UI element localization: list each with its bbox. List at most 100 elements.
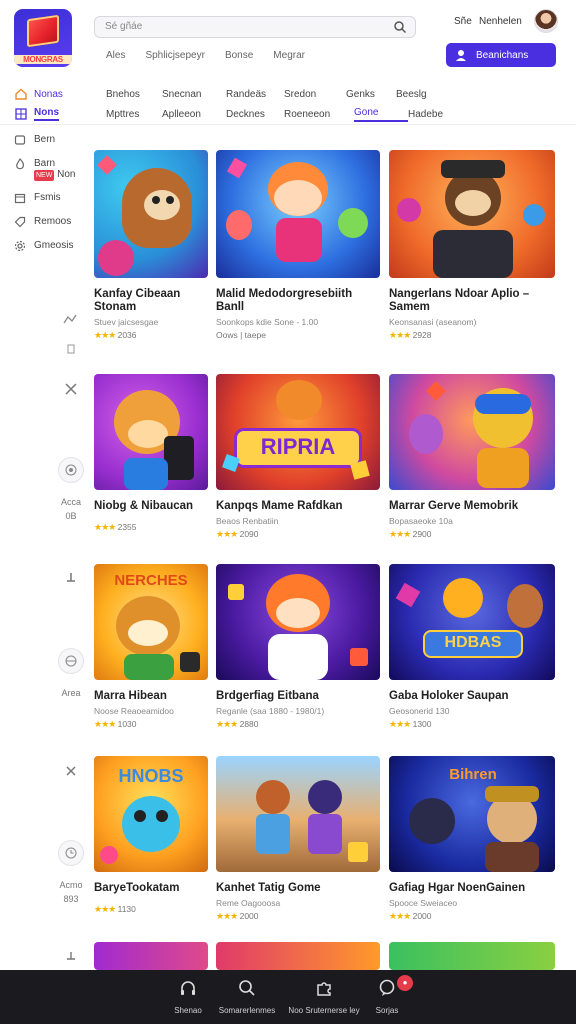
game-card[interactable]: RIPRIA Kanpqs Mame Rafdkan Beaos Renbati… bbox=[216, 374, 380, 540]
game-card[interactable]: Marrar Gerve Memobrik Bopasaeoke 10a ★★★… bbox=[389, 374, 555, 540]
game-thumbnail[interactable] bbox=[216, 564, 380, 680]
nav-item-grid[interactable]: Nons bbox=[15, 104, 63, 124]
close-icon[interactable] bbox=[58, 758, 84, 784]
target-icon[interactable] bbox=[58, 457, 84, 483]
game-card[interactable]: NERCHES Marra Hibean Noose Reaoeamidoo ★… bbox=[94, 564, 208, 730]
sidebar-item[interactable]: Barn NEW Non bbox=[14, 158, 75, 192]
game-thumbnail[interactable] bbox=[389, 942, 555, 970]
category-tabs: Bnehos Snecnan Randeäs Sredon Genks Bees… bbox=[106, 84, 458, 124]
search-input[interactable]: Sé gñáe bbox=[94, 16, 416, 38]
top-link[interactable]: Bonse bbox=[225, 50, 253, 61]
search-icon[interactable] bbox=[393, 20, 407, 34]
clock-icon[interactable] bbox=[58, 840, 84, 866]
pin-icon[interactable] bbox=[58, 944, 84, 970]
game-thumbnail[interactable] bbox=[94, 374, 208, 490]
game-rating: ★★★ 2880 bbox=[216, 719, 259, 729]
game-title[interactable]: Kanpqs Mame Rafdkan bbox=[216, 500, 380, 513]
game-thumbnail[interactable]: NERCHES bbox=[94, 564, 208, 680]
game-thumbnail[interactable]: RIPRIA bbox=[216, 374, 380, 490]
category-tab[interactable]: Snecnan bbox=[162, 89, 226, 100]
pin-icon[interactable] bbox=[58, 566, 84, 592]
tab-label: Shenao bbox=[174, 1006, 202, 1015]
game-rating: ★★★ 2036 bbox=[94, 330, 137, 340]
game-title[interactable]: Nangerlans Ndoar Aplio – Samem bbox=[389, 288, 555, 314]
category-tab[interactable]: Roeneeon bbox=[284, 109, 354, 120]
globe-icon[interactable] bbox=[58, 648, 84, 674]
category-tab[interactable]: Bnehos bbox=[106, 89, 162, 100]
tab-search[interactable]: Somarerlenmes bbox=[214, 978, 280, 1015]
category-tab[interactable]: Sredon bbox=[284, 89, 346, 100]
game-thumbnail[interactable] bbox=[389, 150, 555, 278]
gutter-label: Acmo bbox=[59, 880, 83, 890]
game-card[interactable]: Kanhet Tatig Gome Reme Oagooosa ★★★ 2000 bbox=[216, 756, 380, 922]
avatar[interactable] bbox=[534, 9, 558, 33]
game-card[interactable] bbox=[216, 942, 380, 970]
category-tab-active[interactable]: Gone bbox=[354, 107, 408, 122]
category-tab[interactable]: Genks bbox=[346, 89, 396, 100]
game-thumbnail[interactable]: HDBAS bbox=[389, 564, 555, 680]
star-rating-icon: ★★★ bbox=[94, 330, 116, 340]
game-thumbnail[interactable]: Bihren bbox=[389, 756, 555, 872]
game-title[interactable]: Kanhet Tatig Gome bbox=[216, 882, 380, 895]
game-thumbnail[interactable] bbox=[216, 942, 380, 970]
game-thumbnail[interactable]: HNOBS bbox=[94, 756, 208, 872]
star-rating-icon: ★★★ bbox=[94, 522, 116, 532]
top-link[interactable]: Sphlicjsepeyr bbox=[145, 50, 204, 61]
game-card[interactable] bbox=[389, 942, 555, 970]
share-icon[interactable] bbox=[58, 306, 84, 332]
game-rating: ★★★ 1030 bbox=[94, 719, 137, 729]
star-rating-icon: ★★★ bbox=[389, 719, 411, 729]
sidebar-item[interactable]: Gmeosis bbox=[14, 240, 75, 264]
game-thumbnail[interactable] bbox=[216, 150, 380, 278]
user-name[interactable]: Nenhelen bbox=[479, 16, 522, 27]
game-card[interactable]: HDBAS Gaba Holoker Saupan Geosonerid 130… bbox=[389, 564, 555, 730]
game-thumbnail[interactable] bbox=[94, 942, 208, 970]
game-card[interactable]: HNOBS BaryeTookatam ★★★ 1130 bbox=[94, 756, 208, 915]
category-tab[interactable]: Decknes bbox=[226, 109, 284, 120]
game-card[interactable]: Kanfay Cibeaan Stonam Stuev jaicsesgae ★… bbox=[94, 150, 208, 341]
game-title[interactable]: Brdgerfiag Eitbana bbox=[216, 690, 380, 703]
game-title[interactable]: Marrar Gerve Memobrik bbox=[389, 500, 555, 513]
category-tab[interactable]: Mpttres bbox=[106, 109, 162, 120]
game-card[interactable] bbox=[94, 942, 208, 970]
top-link[interactable]: Megrar bbox=[273, 50, 305, 61]
gutter-row-1 bbox=[56, 306, 86, 356]
game-thumbnail[interactable] bbox=[216, 756, 380, 872]
game-card[interactable]: Nangerlans Ndoar Aplio – Samem Keonsanas… bbox=[389, 150, 555, 341]
category-tab[interactable]: Randeäs bbox=[226, 89, 284, 100]
game-title[interactable]: Malid Medodorgresebiith Banll bbox=[216, 288, 380, 314]
tab-listen[interactable]: Shenao bbox=[168, 978, 208, 1015]
nav-item-home[interactable]: Nonas bbox=[15, 84, 63, 104]
tab-puzzle[interactable]: Noo Sruternerse ley bbox=[282, 978, 366, 1015]
game-rating: ★★★ 2000 bbox=[216, 911, 259, 921]
app-logo[interactable]: MONGRAS bbox=[14, 9, 72, 67]
game-title[interactable]: Kanfay Cibeaan Stonam bbox=[94, 288, 208, 314]
user-short[interactable]: Sñe bbox=[454, 16, 472, 27]
cta-button[interactable]: Beanichans bbox=[446, 43, 556, 67]
sidebar-item[interactable]: Fsmis bbox=[14, 192, 75, 216]
category-tab[interactable]: Beeslg bbox=[396, 89, 446, 100]
game-thumbnail[interactable] bbox=[389, 374, 555, 490]
game-title[interactable]: Gaba Holoker Saupan bbox=[389, 690, 555, 703]
logo-text: MONGRAS bbox=[14, 55, 72, 64]
game-card[interactable]: Bihren Gafiag Hgar NoenGainen Spooce Swe… bbox=[389, 756, 555, 922]
category-tab[interactable]: Hadebe bbox=[408, 109, 458, 120]
tools-icon[interactable] bbox=[58, 376, 84, 402]
game-thumbnail[interactable] bbox=[94, 150, 208, 278]
game-card[interactable]: Niobg & Nibaucan ★★★ 2355 bbox=[94, 374, 208, 533]
top-link[interactable]: Ales bbox=[106, 50, 125, 61]
thumb-text: RIPRIA bbox=[260, 434, 336, 459]
new-badge: NEW bbox=[34, 170, 55, 181]
game-title[interactable]: Marra Hibean bbox=[94, 690, 208, 703]
thumb-text: Bihren bbox=[449, 766, 497, 783]
game-title[interactable]: Gafiag Hgar NoenGainen bbox=[389, 882, 555, 895]
game-card[interactable]: Malid Medodorgresebiith Banll Soonkops k… bbox=[216, 150, 380, 340]
game-subtitle: Spooce Sweiaceo bbox=[389, 898, 458, 908]
sidebar-item[interactable]: Bern bbox=[14, 134, 75, 158]
sidebar-label: Bern bbox=[34, 134, 56, 145]
sidebar-item[interactable]: Remoos bbox=[14, 216, 75, 240]
game-title[interactable]: BaryeTookatam bbox=[94, 882, 208, 895]
category-tab[interactable]: Aplleeon bbox=[162, 109, 226, 120]
game-card[interactable]: Brdgerfiag Eitbana Reganle (saa 1880 - 1… bbox=[216, 564, 380, 730]
game-title[interactable]: Niobg & Nibaucan bbox=[94, 500, 208, 513]
